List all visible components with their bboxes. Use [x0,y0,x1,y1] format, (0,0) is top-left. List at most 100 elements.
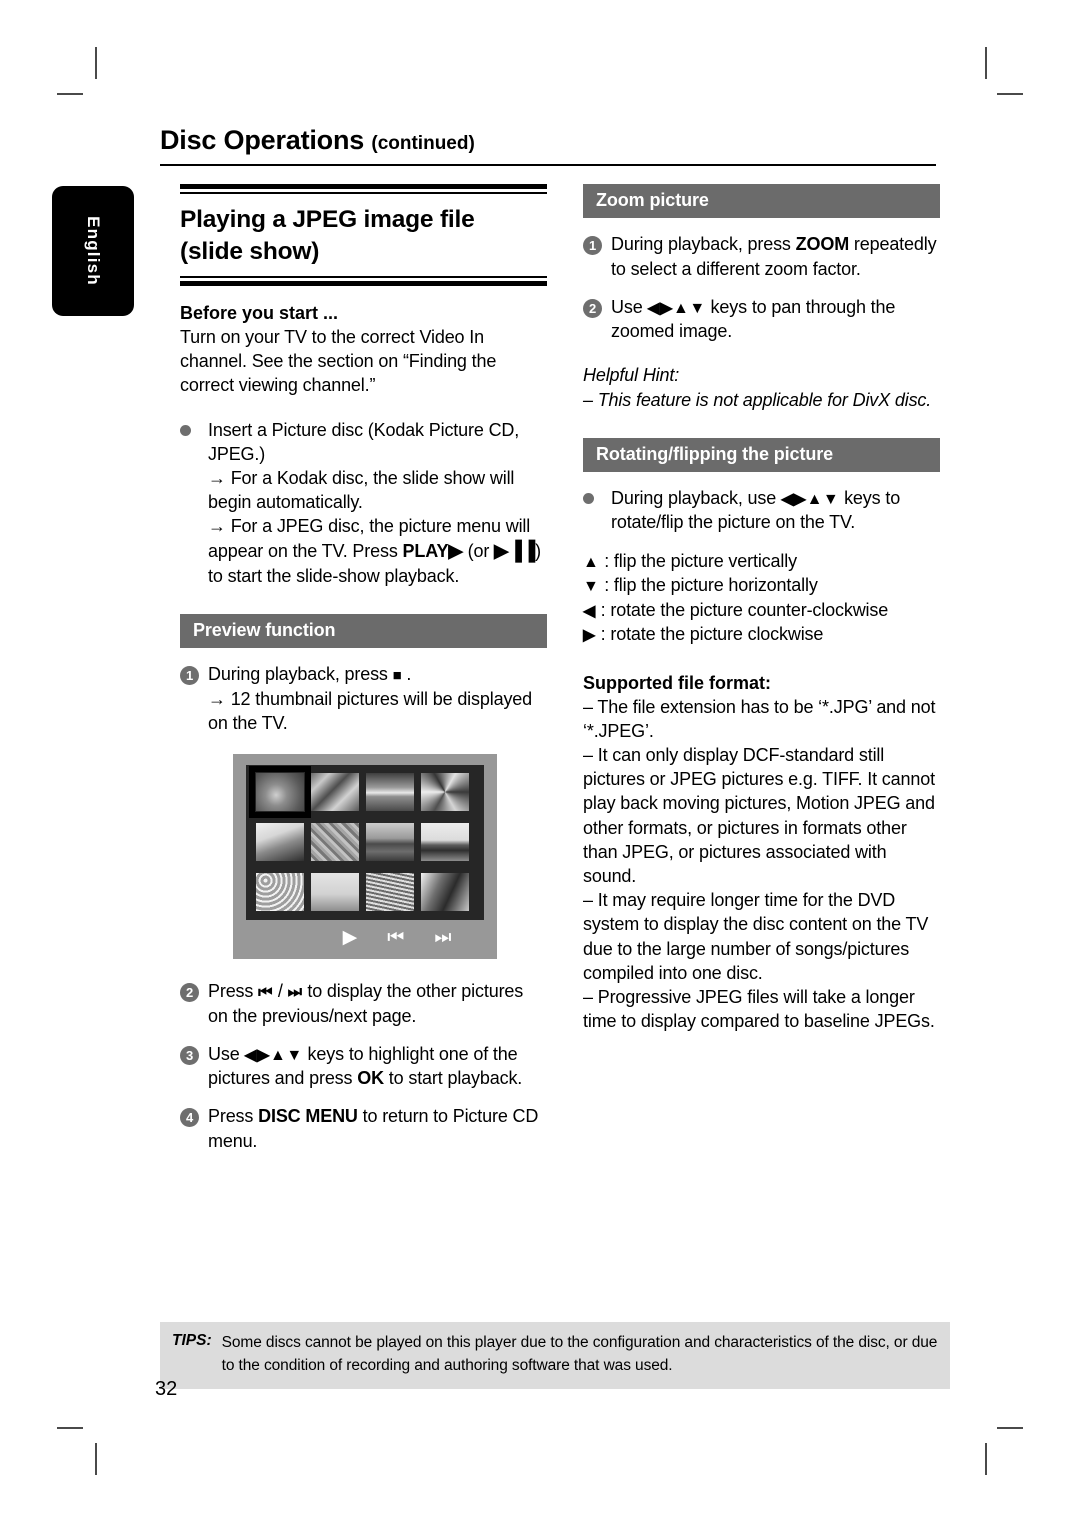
rotating-bullet-a: During playback, use [611,487,781,508]
thumbnail-preview-screen: ▶ ⏮ ⏭ [233,754,497,960]
zoom-button-label: ZOOM [795,234,850,255]
crop-mark-bottom-right-vertical [985,1443,987,1475]
thumbnail-item [421,823,469,862]
bullet-icon [583,486,594,510]
previous-track-icon: ⏮ [258,984,274,1002]
preview-step-1-b: . [401,664,412,685]
tv-playback-controls: ▶ ⏮ ⏭ [233,926,497,949]
thumbnail-item [311,823,359,862]
play-icon: ▶ [448,540,463,562]
tv-screen [246,765,484,921]
tips-box: TIPS: Some discs cannot be played on thi… [160,1322,950,1389]
arrow-up-icon: ▲ [583,553,600,571]
preview-step-1: 1 During playback, press ■ . → 12 thumbn… [180,662,547,735]
crop-mark-bottom-left-horizontal [57,1427,83,1429]
tips-text: Some discs cannot be played on this play… [221,1334,938,1374]
step-number-3: 3 [180,1042,199,1066]
crop-mark-top-left-horizontal [57,93,83,95]
supported-format-item: – It may require longer time for the DVD… [583,890,929,983]
section-heading: Playing a JPEG image file (slide show) [180,194,547,276]
navigation-keys-icon: ◀▶▲▼ [244,1046,303,1064]
tips-label: TIPS: [172,1332,212,1349]
running-head-suffix: (continued) [371,133,475,154]
rotating-flipping-bullet: During playback, use ◀▶▲▼ keys to rotate… [583,486,940,535]
section-heading-line1: Playing a JPEG image file [180,206,475,234]
crop-mark-bottom-right-horizontal [997,1427,1023,1429]
navigation-keys-icon: ◀▶▲▼ [647,299,706,317]
rotating-flipping-bar: Rotating/flipping the picture [583,437,940,472]
crop-mark-top-right-vertical [985,47,987,79]
rotate-key-row: ▲ : flip the picture vertically [583,549,940,574]
step-number-1: 1 [180,662,199,686]
thumbnail-item [366,823,414,862]
play-icon: ▶ [342,927,370,949]
page-title: Disc Operations (continued) [160,126,950,154]
play-pause-icon: ▶▐▐ [494,540,536,562]
step-number-4: 4 [180,1104,199,1128]
disc-menu-button-label: DISC MENU [258,1106,358,1127]
arrow-left-desc: : rotate the picture counter-clockwise [600,599,889,620]
arrow-right-icon: ▶ [583,627,596,645]
preview-step-3-a: Use [208,1043,245,1064]
thumbnail-grid [249,766,476,916]
preview-step-4: 4 Press DISC MENU to return to Picture C… [180,1104,547,1152]
preview-step-3-c: to start playback. [383,1068,523,1089]
rotate-key-row: ▼ : flip the picture horizontally [583,573,940,598]
thumbnail-item [311,873,359,912]
insert-disc-arrow-1: → For a Kodak disc, the slide show will … [208,468,515,513]
header-rule [160,164,936,167]
step-number-2: 2 [180,979,199,1003]
helpful-hint-text: – This feature is not applicable for Div… [583,389,932,410]
page-content: Disc Operations (continued) Playing a JP… [160,126,950,1151]
rotate-key-row: ▶ : rotate the picture clockwise [583,622,940,647]
thumbnail-item [256,823,304,862]
arrow-right-desc: : rotate the picture clockwise [600,624,824,645]
next-track-icon: ⏭ [434,927,464,949]
arrow-left-icon: ◀ [583,602,596,620]
section-rule-bottom-thick [180,281,547,287]
thumbnail-item [311,773,359,812]
preview-step-2-a: Press [208,981,259,1002]
thumbnail-item [421,773,469,812]
zoom-step-2-a: Use [611,296,648,317]
supported-format-item: – The file extension has to be ‘*.JPG’ a… [583,696,936,741]
supported-format-item: – It can only display DCF-standard still… [583,745,935,887]
supported-file-format-heading: Supported file format: [583,672,771,693]
zoom-picture-bar: Zoom picture [583,184,940,219]
thumbnail-item [421,873,469,912]
stop-icon: ■ [392,667,402,685]
navigation-keys-icon: ◀▶▲▼ [780,490,840,508]
previous-track-icon: ⏮ [387,927,417,949]
step-number-2: 2 [583,295,602,319]
running-head-main: Disc Operations [160,125,365,155]
preview-function-bar: Preview function [180,614,547,649]
thumbnail-item [366,873,414,912]
left-column: Playing a JPEG image file (slide show) B… [180,184,547,1153]
play-button-label: PLAY [402,540,449,561]
thumbnail-item [256,873,304,912]
insert-disc-text: Insert a Picture disc (Kodak Picture CD,… [208,419,520,464]
preview-step-2: 2 Press ⏮ / ⏭ to display the other pictu… [180,979,547,1028]
thumbnail-item [249,766,311,819]
zoom-step-1-a: During playback, press [611,234,796,255]
arrow-down-desc: : flip the picture horizontally [604,575,818,596]
next-track-icon: ⏭ [287,984,303,1002]
preview-step-1-a: During playback, press [208,664,393,685]
zoom-step-1: 1 During playback, press ZOOM repeatedly… [583,232,940,280]
language-tab-label: English [84,216,103,286]
helpful-hint-label: Helpful Hint: [583,365,680,386]
preview-step-4-a: Press [208,1106,259,1127]
crop-mark-top-right-horizontal [997,93,1023,95]
preview-step-3: 3 Use ◀▶▲▼ keys to highlight one of the … [180,1042,547,1091]
arrow-down-icon: ▼ [583,578,600,596]
crop-mark-bottom-left-vertical [95,1443,97,1475]
language-tab: English [52,186,134,316]
crop-mark-top-left-vertical [95,47,97,79]
section-heading-line2: (slide show) [180,237,320,265]
before-you-start-body: Turn on your TV to the correct Video In … [180,327,497,396]
bullet-icon [180,418,191,442]
preview-step-1-arrow: → 12 thumbnail pictures will be displaye… [208,688,533,733]
page-number: 32 [155,1378,178,1400]
thumbnail-item [366,773,414,812]
step-number-1: 1 [583,232,602,256]
